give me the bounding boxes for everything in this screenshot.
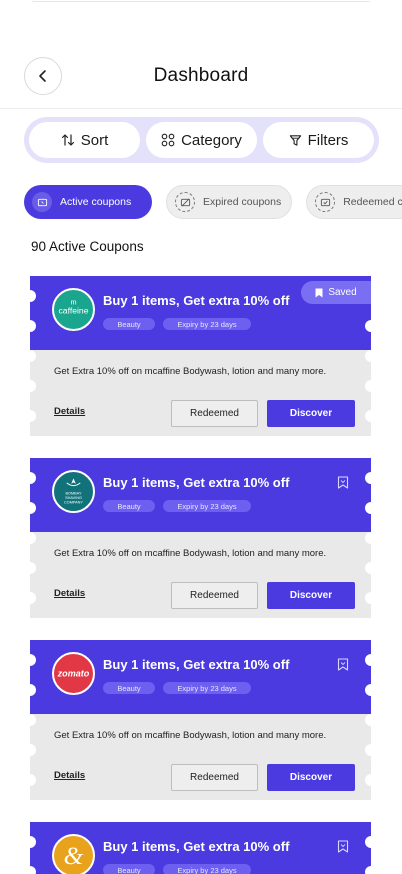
category-label: Category — [181, 131, 242, 149]
redeemed-button[interactable]: Redeemed — [171, 764, 258, 791]
page-title: Dashboard — [153, 65, 249, 86]
sort-label: Sort — [80, 131, 109, 149]
chip-redeemed-coupons[interactable]: Redeemed coupons — [306, 185, 402, 219]
bookmark-icon[interactable] — [337, 476, 349, 489]
category-tag: Beauty — [103, 864, 155, 874]
coupon-card: m caffeine Buy 1 items, Get extra 10% off… — [24, 276, 377, 436]
coupon-ticket-icon — [32, 192, 52, 212]
bookmark-icon[interactable] — [337, 658, 349, 671]
brand-logo: zomato — [52, 652, 95, 695]
svg-text:COMPANY: COMPANY — [64, 501, 83, 505]
chip-active-coupons[interactable]: Active coupons — [24, 185, 152, 219]
category-tag: Beauty — [103, 500, 155, 512]
coupon-card: & Buy 1 items, Get extra 10% off Beauty … — [24, 822, 377, 874]
discover-button[interactable]: Discover — [267, 400, 355, 427]
bookmark-icon[interactable] — [337, 840, 349, 853]
svg-text:SHAVING: SHAVING — [65, 496, 82, 500]
bookmark-filled-icon — [315, 288, 323, 297]
category-button[interactable]: Category — [146, 122, 257, 158]
svg-text:zomato: zomato — [57, 669, 90, 679]
coupon-slash-icon — [175, 192, 195, 212]
coupon-description: Get Extra 10% off on mcaffine Bodywash, … — [54, 730, 327, 741]
expiry-tag: Expiry by 23 days — [163, 864, 251, 874]
coupon-body: Get Extra 10% off on mcaffine Bodywash, … — [30, 714, 371, 800]
details-link[interactable]: Details — [54, 770, 85, 781]
coupon-check-icon — [315, 192, 336, 212]
coupon-body: Get Extra 10% off on mcaffine Bodywash, … — [30, 350, 371, 436]
sort-filter-bar: Sort Category Filters — [24, 117, 379, 163]
coupon-description: Get Extra 10% off on mcaffine Bodywash, … — [54, 366, 327, 377]
coupon-card: zomato Buy 1 items, Get extra 10% off Be… — [24, 640, 377, 800]
coupon-body: Get Extra 10% off on mcaffine Bodywash, … — [30, 532, 371, 618]
brand-logo: m caffeine — [52, 288, 95, 331]
coupon-title: Buy 1 items, Get extra 10% off — [103, 839, 290, 854]
saved-label: Saved — [328, 287, 357, 298]
svg-text:caffeine: caffeine — [59, 306, 89, 316]
redeemed-button[interactable]: Redeemed — [171, 582, 258, 609]
expiry-tag: Expiry by 23 days — [163, 500, 251, 512]
brand-logo: BOMBAY SHAVING COMPANY — [52, 470, 95, 513]
expiry-tag: Expiry by 23 days — [163, 318, 251, 330]
chip-redeemed-label: Redeemed coupons — [343, 196, 402, 208]
coupon-header: zomato Buy 1 items, Get extra 10% off Be… — [30, 640, 371, 714]
discover-button[interactable]: Discover — [267, 582, 355, 609]
redeemed-button[interactable]: Redeemed — [171, 400, 258, 427]
coupon-card: BOMBAY SHAVING COMPANY Buy 1 items, Get ex… — [24, 458, 377, 618]
filters-label: Filters — [307, 131, 349, 149]
expiry-tag: Expiry by 23 days — [163, 682, 251, 694]
category-tag: Beauty — [103, 682, 155, 694]
filter-icon — [289, 134, 301, 146]
coupon-title: Buy 1 items, Get extra 10% off — [103, 293, 290, 308]
chip-expired-coupons[interactable]: Expired coupons — [166, 185, 293, 219]
svg-text:&: & — [64, 842, 84, 870]
category-grid-icon — [161, 133, 175, 147]
brand-logo: & — [52, 834, 95, 874]
sort-button[interactable]: Sort — [29, 122, 140, 158]
coupon-header: & Buy 1 items, Get extra 10% off Beauty … — [30, 822, 371, 874]
svg-text:BOMBAY: BOMBAY — [66, 492, 82, 496]
category-tag: Beauty — [103, 318, 155, 330]
coupon-status-chips: Active coupons Expired coupons Redeemed … — [24, 185, 402, 219]
details-link[interactable]: Details — [54, 406, 85, 417]
coupon-count: 90 Active Coupons — [31, 239, 144, 254]
coupon-header: BOMBAY SHAVING COMPANY Buy 1 items, Get ex… — [30, 458, 371, 532]
app-header: Dashboard — [0, 55, 402, 109]
coupon-title: Buy 1 items, Get extra 10% off — [103, 475, 290, 490]
chip-expired-label: Expired coupons — [203, 196, 282, 208]
previous-panel-edge — [32, 0, 370, 2]
chip-active-label: Active coupons — [60, 196, 132, 208]
sort-icon — [61, 134, 74, 146]
details-link[interactable]: Details — [54, 588, 85, 599]
coupon-description: Get Extra 10% off on mcaffine Bodywash, … — [54, 548, 327, 559]
discover-button[interactable]: Discover — [267, 764, 355, 791]
saved-badge[interactable]: Saved — [301, 281, 371, 304]
filters-button[interactable]: Filters — [263, 122, 374, 158]
coupon-header: m caffeine Buy 1 items, Get extra 10% off… — [30, 276, 371, 350]
coupon-title: Buy 1 items, Get extra 10% off — [103, 657, 290, 672]
